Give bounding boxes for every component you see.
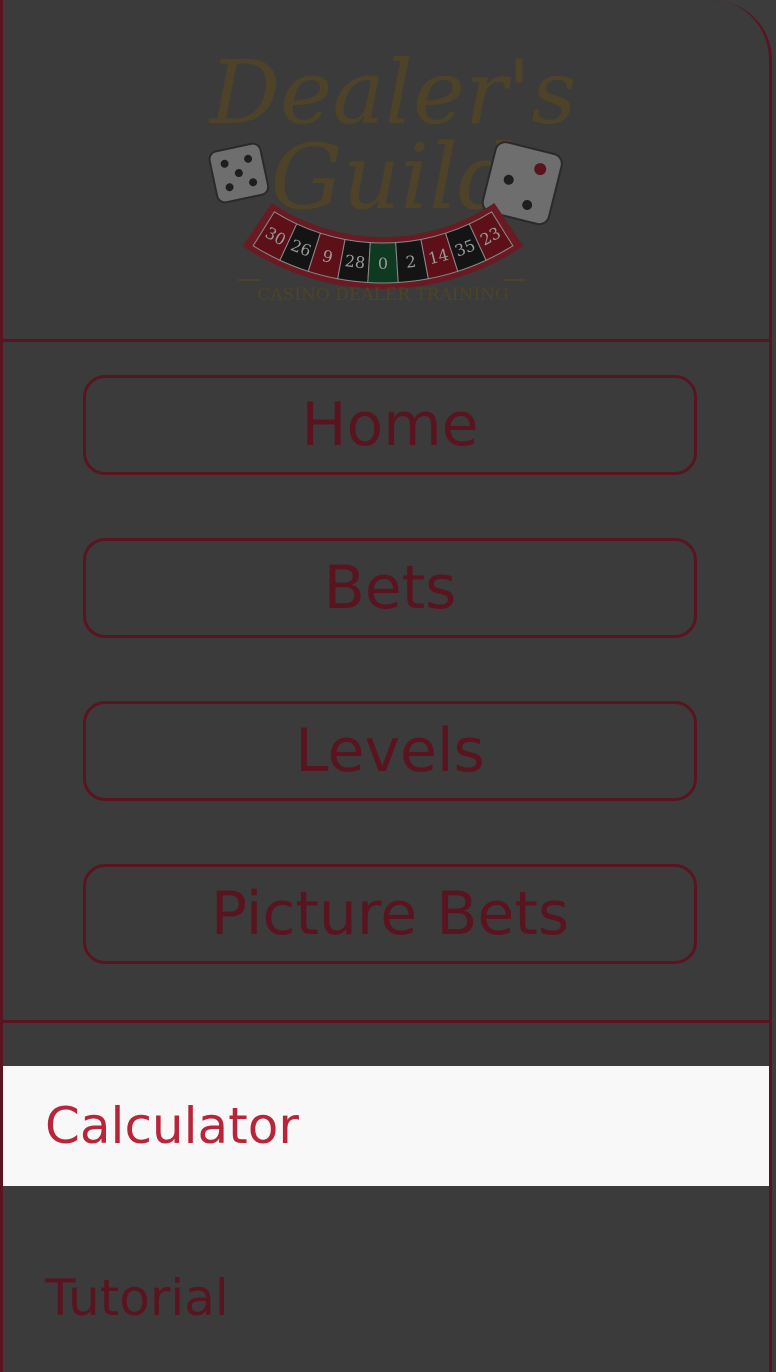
navigation-drawer: Dealer's Guild 30 26 9 28 0 2 14 35 23 C… xyxy=(0,0,772,1372)
levels-button[interactable]: Levels xyxy=(83,701,697,801)
menu-divider xyxy=(3,1020,769,1023)
dealers-guild-logo: Dealer's Guild 3026 9 28 0 2 14 3523 CAS… xyxy=(208,41,577,305)
logo-header: Dealer's Guild 30 26 9 28 0 2 14 35 23 C… xyxy=(3,0,769,342)
left-die-icon xyxy=(208,142,270,204)
picture-bets-button[interactable]: Picture Bets xyxy=(83,864,697,964)
logo-subtitle: CASINO DEALER TRAINING xyxy=(257,285,508,305)
menu-item-tutorial[interactable]: Tutorial xyxy=(3,1238,769,1358)
roulette-number: 0 xyxy=(378,254,388,273)
bets-button[interactable]: Bets xyxy=(83,538,697,638)
menu-item-calculator[interactable]: Calculator xyxy=(3,1066,769,1186)
home-button[interactable]: Home xyxy=(83,375,697,475)
roulette-number: 28 xyxy=(344,251,367,272)
